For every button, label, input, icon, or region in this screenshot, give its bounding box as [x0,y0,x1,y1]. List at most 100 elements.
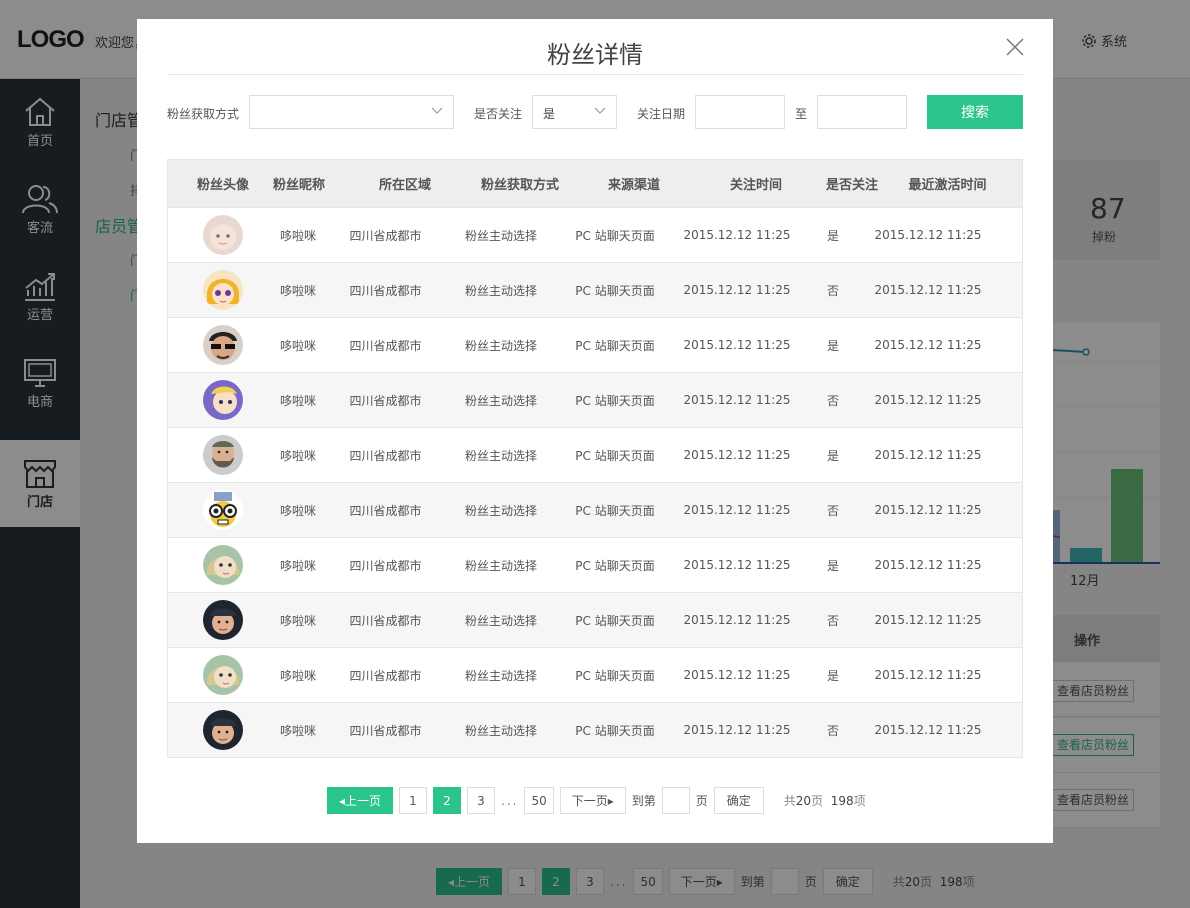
channel-cell: PC 站聊天页面 [575,228,655,243]
close-button[interactable] [1005,37,1025,57]
followed-cell: 是 [826,338,839,353]
avatar-cell [168,593,278,647]
last-active-cell: 2015.12.12 11:25 [874,448,982,462]
region-cell: 四川省成都市 [349,448,422,463]
col-last-active: 最近激活时间 [908,178,987,193]
region-cell: 四川省成都市 [349,668,422,683]
last-active-cell: 2015.12.12 11:25 [874,338,982,352]
avatar [203,600,243,640]
followed-cell: 否 [826,393,839,408]
avatar-cell [168,703,278,757]
page-button-last[interactable]: 50 [524,787,554,814]
follow-time-cell: 2015.12.12 11:25 [683,283,791,297]
region-cell: 四川省成都市 [349,503,422,518]
col-follow-time: 关注时间 [729,178,782,193]
last-active-cell: 2015.12.12 11:25 [874,228,982,242]
method-cell: 粉丝主动选择 [464,393,537,408]
avatar [203,380,243,420]
total-items: 198 [830,794,854,808]
method-cell: 粉丝主动选择 [464,558,537,573]
follow-time-cell: 2015.12.12 11:25 [683,723,791,737]
channel-cell: PC 站聊天页面 [575,338,655,353]
region-cell: 四川省成都市 [349,558,422,573]
nickname-cell: 哆啦咪 [279,503,316,518]
prev-label: 上一页 [345,794,382,808]
channel-cell: PC 站聊天页面 [575,613,655,628]
last-active-cell: 2015.12.12 11:25 [874,393,982,407]
follow-time-cell: 2015.12.12 11:25 [683,558,791,572]
table-body: 哆啦咪 四川省成都市 粉丝主动选择 PC 站聊天页面 2015.12.12 11:25 是… [168,207,1022,757]
table-row: 哆啦咪 四川省成都市 粉丝主动选择 PC 站聊天页面 2015.12.12 11:25 是… [168,537,1022,592]
goto-page-input[interactable] [661,787,690,814]
region-cell: 四川省成都市 [349,613,422,628]
last-active-cell: 2015.12.12 11:25 [874,503,982,517]
col-nickname: 粉丝昵称 [272,178,325,193]
avatar [203,270,243,310]
col-method: 粉丝获取方式 [480,178,559,193]
followed-cell: 否 [826,503,839,518]
table-row: 哆啦咪 四川省成都市 粉丝主动选择 PC 站聊天页面 2015.12.12 11:25 否… [168,482,1022,537]
confirm-button[interactable]: 确定 [713,787,764,814]
avatar [203,490,243,530]
method-cell: 粉丝主动选择 [464,283,537,298]
region-cell: 四川省成都市 [349,283,422,298]
nickname-cell: 哆啦咪 [279,393,316,408]
title-divider [167,74,1023,75]
prev-page-button[interactable]: ◂ 上一页 [327,787,393,814]
last-active-cell: 2015.12.12 11:25 [874,723,982,737]
follow-select-value: 是 [543,107,556,121]
avatar-cell [168,373,278,427]
followed-cell: 否 [826,613,839,628]
nickname-cell: 哆啦咪 [279,668,316,683]
follow-select[interactable]: 是 [532,95,617,129]
date-start-input[interactable] [695,95,785,129]
nickname-cell: 哆啦咪 [279,613,316,628]
goto-label: 到第 [631,794,656,808]
table-row: 哆啦咪 四川省成都市 粉丝主动选择 PC 站聊天页面 2015.12.12 11:25 否… [168,592,1022,647]
page-dots: ... [501,793,519,808]
follow-filter-label: 是否关注 [474,107,523,121]
table-row: 哆啦咪 四川省成都市 粉丝主动选择 PC 站聊天页面 2015.12.12 11:25 是… [168,317,1022,372]
avatar-cell [168,318,278,372]
nickname-cell: 哆啦咪 [279,723,316,738]
next-label: 下一页 [571,794,608,808]
nickname-cell: 哆啦咪 [279,283,316,298]
page-button[interactable]: 1 [399,787,427,814]
date-end-input[interactable] [817,95,907,129]
avatar [203,655,243,695]
nickname-cell: 哆啦咪 [279,558,316,573]
method-cell: 粉丝主动选择 [464,448,537,463]
table-row: 哆啦咪 四川省成都市 粉丝主动选择 PC 站聊天页面 2015.12.12 11:25 否… [168,262,1022,317]
close-icon [1006,38,1024,56]
last-active-cell: 2015.12.12 11:25 [874,668,982,682]
page-button-current[interactable]: 2 [433,787,461,814]
table-row: 哆啦咪 四川省成都市 粉丝主动选择 PC 站聊天页面 2015.12.12 11:25 是… [168,647,1022,702]
channel-cell: PC 站聊天页面 [575,393,655,408]
last-active-cell: 2015.12.12 11:25 [874,613,982,627]
avatar-cell [168,428,278,482]
channel-cell: PC 站聊天页面 [575,558,655,573]
date-filter-label: 关注日期 [637,107,686,121]
channel-cell: PC 站聊天页面 [575,448,655,463]
total-pages-unit: 页 [811,794,824,808]
col-region: 所在区域 [378,178,431,193]
search-button[interactable]: 搜索 [927,95,1023,129]
region-cell: 四川省成都市 [349,338,422,353]
avatar-cell [168,263,278,317]
followed-cell: 是 [826,448,839,463]
page-unit-label: 页 [695,794,708,808]
follow-time-cell: 2015.12.12 11:25 [683,448,791,462]
avatar-cell [168,483,278,537]
followed-cell: 否 [826,283,839,298]
table-row: 哆啦咪 四川省成都市 粉丝主动选择 PC 站聊天页面 2015.12.12 11:25 否… [168,702,1022,757]
follow-time-cell: 2015.12.12 11:25 [683,503,791,517]
modal-title: 粉丝详情 [547,41,643,69]
page-button[interactable]: 3 [467,787,495,814]
follow-time-cell: 2015.12.12 11:25 [683,668,791,682]
followed-cell: 是 [826,668,839,683]
nickname-cell: 哆啦咪 [279,228,316,243]
avatar-cell [168,538,278,592]
avatar [203,435,243,475]
source-select[interactable] [249,95,454,129]
next-page-button[interactable]: 下一页 ▸ [559,787,626,814]
